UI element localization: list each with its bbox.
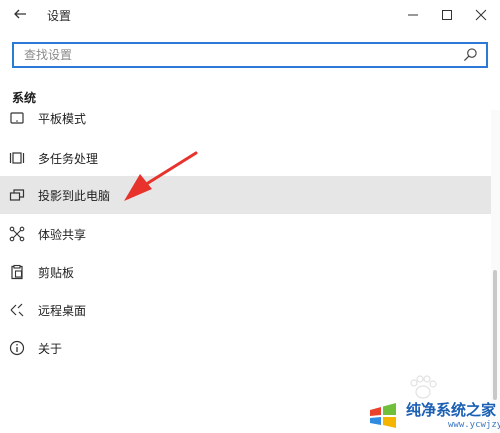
scrollbar[interactable] [491, 110, 500, 433]
list-item-label: 体验共享 [38, 228, 87, 242]
list-item-label: 平板模式 [38, 112, 87, 126]
list-item-about[interactable]: 关于 [0, 330, 491, 366]
back-arrow-icon[interactable] [12, 6, 28, 22]
title-bar: 设置 [0, 0, 500, 30]
list-item-label: 投影到此电脑 [38, 189, 111, 203]
list-item-label: 关于 [38, 342, 63, 356]
list-item-tablet-mode[interactable]: 平板模式 [0, 110, 491, 136]
watermark-url: www.ycwjzy.com [448, 420, 500, 430]
list-item-shared-experiences[interactable]: 体验共享 [0, 216, 491, 252]
list-item-remote-desktop[interactable]: 远程桌面 [0, 292, 491, 328]
project-to-pc-icon [9, 189, 25, 201]
list-item-multitasking[interactable]: 多任务处理 [0, 140, 491, 176]
section-title: 系统 [12, 91, 37, 105]
windows-logo-icon [370, 403, 396, 428]
tablet-mode-icon [10, 112, 24, 124]
info-icon [9, 340, 25, 356]
close-icon[interactable] [472, 6, 490, 24]
clipboard-icon [11, 264, 23, 280]
shared-experiences-icon [9, 226, 25, 242]
list-item-label: 剪贴板 [38, 266, 75, 280]
scrollbar-thumb[interactable] [493, 270, 497, 400]
search-icon[interactable] [463, 47, 478, 62]
search-box[interactable] [12, 42, 488, 68]
maximize-icon[interactable] [438, 6, 456, 24]
settings-list: 平板模式 多任务处理 投影到此电脑 体验共享 剪贴板 远程桌面 关于 [0, 110, 491, 385]
list-item-clipboard[interactable]: 剪贴板 [0, 254, 491, 290]
search-input[interactable] [14, 44, 464, 66]
list-item-project-to-pc[interactable]: 投影到此电脑 [0, 176, 491, 214]
minimize-icon[interactable] [404, 6, 422, 24]
window-title: 设置 [47, 9, 72, 23]
multitasking-icon [9, 152, 25, 164]
watermark-text: 纯净系统之家 [406, 401, 497, 419]
remote-desktop-icon [10, 303, 24, 317]
list-item-label: 远程桌面 [38, 304, 87, 318]
list-item-label: 多任务处理 [38, 152, 99, 166]
site-watermark: 纯净系统之家 www.ycwjzy.com [362, 398, 500, 433]
